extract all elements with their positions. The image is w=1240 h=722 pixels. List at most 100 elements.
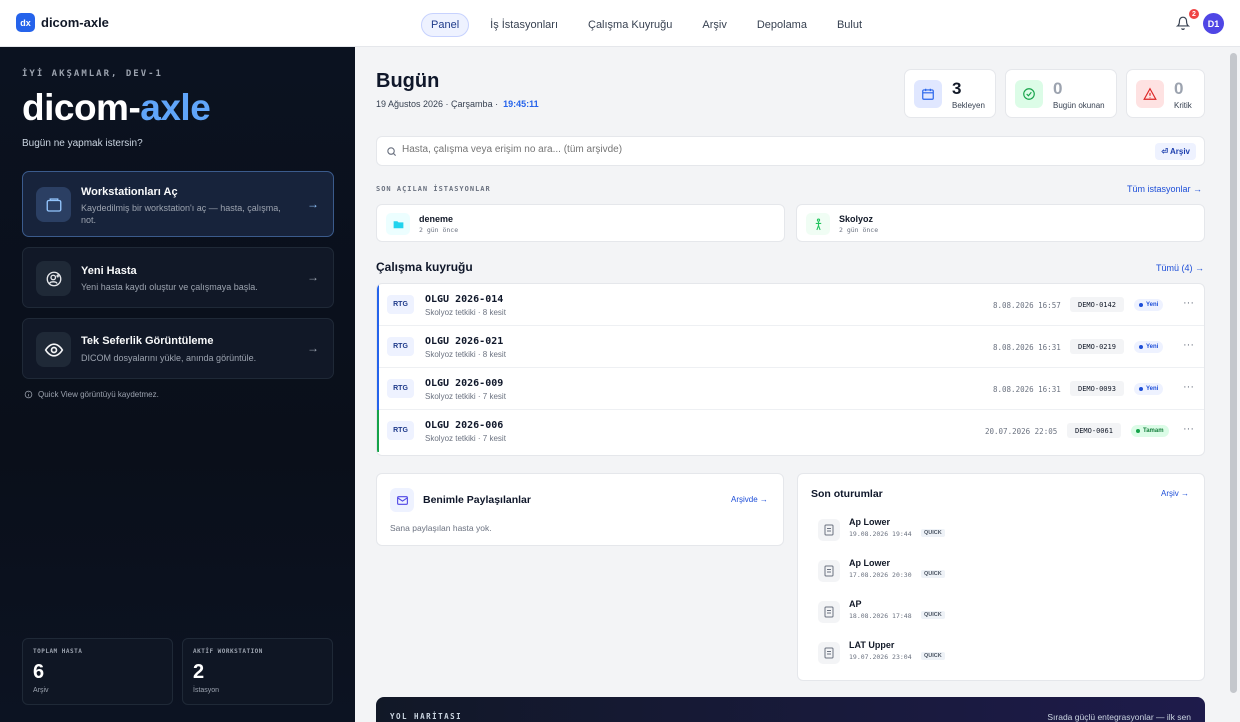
stat-value: 2 — [193, 661, 205, 683]
stat-label: TOPLAM HASTA — [33, 648, 83, 655]
kpi-value: 0 — [1053, 79, 1063, 98]
check-badge-icon — [1015, 80, 1043, 108]
case-sub: Skolyoz tetkiki · 7 kesit — [425, 434, 506, 443]
kpi-label: Kritik — [1174, 101, 1192, 110]
table-row[interactable]: RTG OLGU 2026-009 Skolyoz tetkiki · 7 ke… — [377, 368, 1204, 410]
session-tag: QUICK — [921, 570, 945, 578]
nav-panel[interactable]: Panel — [421, 13, 470, 37]
case-sub: Skolyoz tetkiki · 7 kesit — [425, 392, 506, 401]
nav-cloud[interactable]: Bulut — [828, 14, 871, 36]
case-title: OLGU 2026-009 — [425, 378, 504, 389]
recent-stations-label: SON AÇILAN İSTASYONLAR — [376, 185, 491, 193]
document-icon — [818, 519, 840, 541]
user-avatar[interactable]: D1 — [1203, 13, 1224, 34]
roadmap-banner[interactable]: YOL HARİTASI Sırada güçlü entegrasyonlar… — [376, 697, 1205, 722]
quick-view-note: Quick View görüntüyü kaydetmez. — [24, 390, 159, 399]
nav-storage[interactable]: Depolama — [748, 14, 816, 36]
table-row[interactable]: RTG OLGU 2026-014 Skolyoz tetkiki · 8 ke… — [377, 284, 1204, 326]
worklist-all-link[interactable]: Tümü (4) → — [1156, 263, 1204, 273]
search-icon — [387, 147, 397, 157]
calendar-icon — [914, 80, 942, 108]
main-content: Bugün 19 Ağustos 2026 · Çarşamba · 19:45:… — [355, 47, 1228, 722]
session-time: 17.08.2026 20:30 — [849, 571, 912, 579]
table-row[interactable]: RTG OLGU 2026-021 Skolyoz tetkiki · 8 ke… — [377, 326, 1204, 368]
station-time: 2 gün önce — [419, 226, 459, 234]
main-nav: Panel İş İstasyonları Çalışma Kuyruğu Ar… — [421, 13, 883, 37]
shared-archive-link[interactable]: Arşivde → — [731, 495, 768, 504]
document-icon — [818, 560, 840, 582]
left-panel: İYİ AKŞAMLAR, DEV-1 dicom-axle Bugün ne … — [0, 47, 355, 722]
card-desc: Yeni hasta kaydı oluştur ve çalışmaya ba… — [81, 282, 258, 292]
case-id: DEMO-0093 — [1070, 381, 1124, 396]
more-icon[interactable]: ··· — [1183, 297, 1194, 309]
case-date: 20.07.2026 22:05 — [985, 427, 1058, 436]
case-date: 8.08.2026 16:31 — [993, 385, 1061, 394]
hero-title-part2: axle — [140, 87, 211, 128]
station-name: deneme — [419, 214, 454, 224]
kpi-read-today[interactable]: 0 Bugün okunan — [1005, 69, 1117, 118]
list-item[interactable]: Ap Lower 17.08.2026 20:30 QUICK — [818, 555, 1178, 585]
bell-icon[interactable] — [1176, 16, 1190, 30]
case-id: DEMO-0061 — [1067, 423, 1121, 438]
sessions-archive-link[interactable]: Arşiv → — [1161, 489, 1189, 498]
status-badge: Yeni — [1134, 341, 1164, 353]
mail-icon — [390, 488, 414, 512]
session-name: Ap Lower — [849, 558, 891, 568]
folder-icon — [386, 213, 410, 235]
brand[interactable]: dx dicom-axle — [16, 13, 109, 32]
kpi-pending[interactable]: 3 Bekleyen — [904, 69, 996, 118]
eye-icon — [36, 332, 71, 367]
nav-worklist[interactable]: Çalışma Kuyruğu — [579, 14, 681, 36]
search-input[interactable] — [402, 144, 1102, 155]
case-sub: Skolyoz tetkiki · 8 kesit — [425, 308, 506, 317]
stat-value: 6 — [33, 661, 45, 683]
modality-badge: RTG — [387, 337, 414, 356]
kpi-critical[interactable]: 0 Kritik — [1126, 69, 1205, 118]
open-workstations-card[interactable]: Workstationları Aç Kaydedilmiş bir works… — [22, 171, 334, 237]
recent-station-card[interactable]: Skolyoz 2 gün önce — [796, 204, 1205, 242]
stat-label: AKTİF WORKSTATION — [193, 648, 263, 655]
more-icon[interactable]: ··· — [1183, 381, 1194, 393]
case-id: DEMO-0219 — [1070, 339, 1124, 354]
nav-archive[interactable]: Arşiv — [693, 14, 735, 36]
scrollbar-thumb[interactable] — [1230, 53, 1237, 693]
modality-badge: RTG — [387, 379, 414, 398]
new-patient-card[interactable]: Yeni Hasta Yeni hasta kaydı oluştur ve ç… — [22, 247, 334, 308]
row-status-bar — [377, 368, 379, 410]
nav-workstations[interactable]: İş İstasyonları — [481, 14, 567, 36]
warning-icon — [1136, 80, 1164, 108]
roadmap-text: Sırada güçlü entegrasyonlar — ilk sen — [1047, 712, 1191, 722]
panel-title: Son oturumlar — [811, 488, 883, 500]
list-item[interactable]: AP 18.08.2026 17:48 QUICK — [818, 596, 1178, 626]
more-icon[interactable]: ··· — [1183, 423, 1194, 435]
worklist-title: Çalışma kuyruğu — [376, 260, 473, 274]
case-sub: Skolyoz tetkiki · 8 kesit — [425, 350, 506, 359]
clock-time: 19:45:11 — [503, 99, 539, 109]
session-tag: QUICK — [921, 611, 945, 619]
status-badge: Yeni — [1134, 299, 1164, 311]
list-item[interactable]: Ap Lower 19.08.2026 19:44 QUICK — [818, 514, 1178, 544]
top-bar: dx dicom-axle Panel İş İstasyonları Çalı… — [0, 0, 1240, 47]
worklist-table: RTG OLGU 2026-014 Skolyoz tetkiki · 8 ke… — [376, 283, 1205, 456]
all-stations-link[interactable]: Tüm istasyonlar → — [1127, 184, 1202, 194]
case-date: 8.08.2026 16:31 — [993, 343, 1061, 352]
quick-view-card[interactable]: Tek Seferlik Görüntüleme DICOM dosyaları… — [22, 318, 334, 379]
table-row[interactable]: RTG OLGU 2026-006 Skolyoz tetkiki · 7 ke… — [377, 410, 1204, 452]
more-icon[interactable]: ··· — [1183, 339, 1194, 351]
total-patients-stat: TOPLAM HASTA 6 Arşiv — [22, 638, 173, 705]
list-item[interactable]: LAT Upper 19.07.2026 23:04 QUICK — [818, 637, 1178, 667]
session-time: 18.08.2026 17:48 — [849, 612, 912, 620]
kpi-label: Bekleyen — [952, 101, 985, 110]
stat-sub: Arşiv — [33, 687, 49, 694]
search-archive-button[interactable]: ⏎ Arşiv — [1155, 143, 1196, 160]
row-status-bar — [377, 326, 379, 368]
date-text: 19 Ağustos 2026 · Çarşamba · — [376, 99, 499, 109]
case-title: OLGU 2026-006 — [425, 420, 504, 431]
case-date: 8.08.2026 16:57 — [993, 301, 1061, 310]
station-time: 2 gün önce — [839, 226, 879, 234]
greeting: İYİ AKŞAMLAR, DEV-1 — [22, 69, 163, 79]
app-name: dicom-axle — [41, 15, 109, 30]
recent-station-card[interactable]: deneme 2 gün önce — [376, 204, 785, 242]
folder-icon — [36, 187, 71, 222]
scrollbar[interactable] — [1228, 47, 1240, 722]
